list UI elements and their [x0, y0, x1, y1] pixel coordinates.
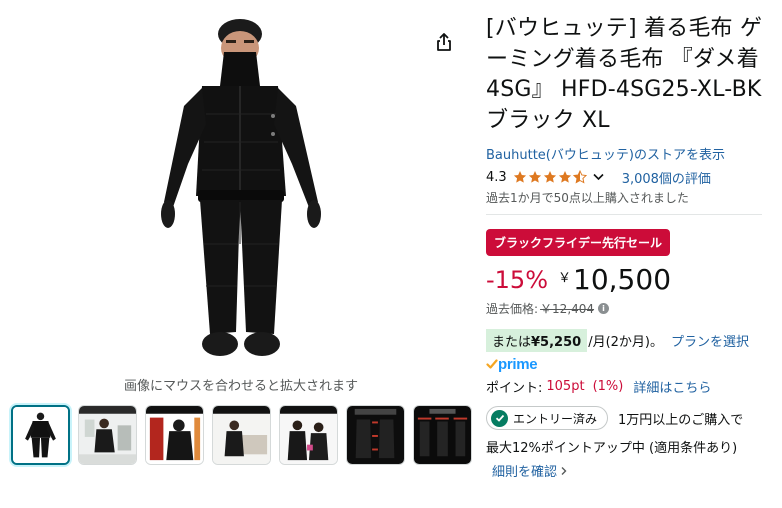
half-star-icon — [572, 170, 587, 184]
bought-in-past-month: 過去1か月で50点以上購入されました — [486, 189, 762, 215]
thumbnail-6[interactable] — [346, 405, 405, 465]
info-icon[interactable]: i — [598, 303, 610, 314]
points-percent: (1%) — [592, 378, 624, 394]
price-value: 10,500 — [573, 263, 672, 296]
main-product-image[interactable] — [140, 14, 340, 366]
terms-link-label: 細則を確認 — [492, 465, 558, 480]
product-title: [バウヒュッテ] 着る毛布 ゲーミング着る毛布 『ダメ着4SG』 HFD-4SG… — [486, 16, 763, 133]
points-details-link[interactable]: 詳細はこちら — [633, 377, 711, 396]
star-icon — [558, 171, 571, 183]
currency-symbol: ￥ — [558, 271, 572, 286]
thumbnail-1[interactable] — [11, 405, 70, 465]
installment-term: /月(2か月)。 — [588, 334, 663, 350]
thumbnail-5[interactable] — [279, 405, 338, 465]
thumbnail-4[interactable] — [212, 405, 271, 465]
product-details: [バウヒュッテ] 着る毛布 ゲーミング着る毛布 『ダメ着4SG』 HFD-4SG… — [486, 14, 770, 480]
discount-percent: -15% — [486, 266, 549, 294]
installment-amount: ¥5,250 — [531, 334, 582, 350]
review-count-link[interactable]: 3,008個の評価 — [622, 168, 711, 187]
entry-status-label: エントリー済み — [513, 411, 598, 426]
points-row: ポイント: 105pt (1%) 詳細はこちら — [486, 376, 770, 396]
thumbnail-2[interactable] — [78, 405, 137, 465]
star-icon — [528, 171, 541, 183]
thumbnail-strip — [11, 405, 472, 465]
select-plan-link[interactable]: プランを選択 — [671, 331, 749, 350]
entry-status-pill[interactable]: エントリー済み — [486, 406, 609, 430]
chevron-down-icon[interactable] — [593, 170, 604, 184]
points-label: ポイント: — [486, 380, 543, 396]
thumbnail-3[interactable] — [145, 405, 204, 465]
image-gallery: 画像にマウスを合わせると拡大されます — [0, 0, 480, 508]
check-circle-icon — [491, 409, 508, 427]
star-rating[interactable] — [513, 170, 587, 184]
promo-condition: 1万円以上のご購入で — [618, 412, 744, 428]
share-icon[interactable] — [434, 32, 454, 52]
installment-highlight: または¥5,250 — [486, 328, 588, 352]
past-price-value: ￥12,404 — [540, 302, 595, 316]
past-price: 過去価格: ￥12,404 i — [486, 300, 770, 317]
chevron-right-icon — [561, 466, 567, 475]
thumbnail-7[interactable] — [413, 405, 472, 465]
points-up-text: 最大12%ポイントアップ中 (適用条件あり) — [486, 441, 738, 456]
store-link[interactable]: Bauhutte(バウヒュッテ)のストアを表示 — [486, 144, 770, 163]
prime-badge: prime — [486, 355, 770, 373]
installment-prefix: または — [492, 334, 532, 350]
star-icon — [513, 171, 526, 183]
deal-badge: ブラックフライデー先行セール — [486, 229, 671, 256]
promo-entry-row: エントリー済み 1万円以上のご購入で — [486, 406, 770, 430]
installment-row: または¥5,250 /月(2か月)。 プランを選択 — [486, 328, 770, 352]
price-row: -15% ￥ 10,500 — [486, 262, 770, 298]
prime-check-icon — [486, 359, 498, 369]
past-price-label: 過去価格: — [486, 302, 539, 316]
points-value: 105pt — [546, 378, 585, 394]
star-icon — [543, 171, 556, 183]
rating-row: 4.3 3,008個の評価 — [486, 167, 770, 187]
terms-link[interactable]: 細則を確認 — [492, 461, 770, 480]
prime-logo: prime — [498, 355, 538, 373]
zoom-hint: 画像にマウスを合わせると拡大されます — [123, 379, 358, 394]
rating-value: 4.3 — [486, 169, 507, 185]
